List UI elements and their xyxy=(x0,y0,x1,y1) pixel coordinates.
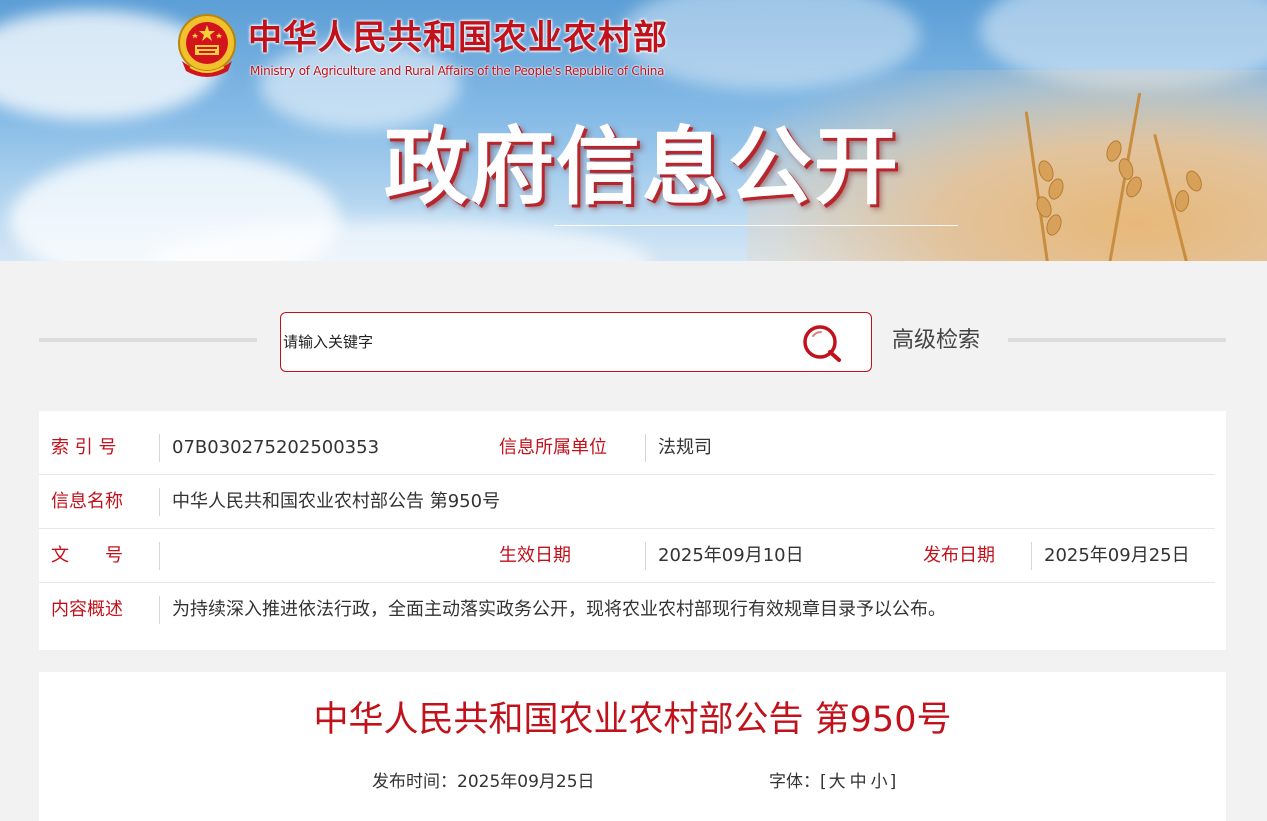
font-size-large[interactable]: 大 xyxy=(829,772,846,792)
info-name-label: 信息名称 xyxy=(51,491,123,512)
meta-row-name: 信息名称 中华人民共和国农业农村部公告 第950号 xyxy=(39,475,1215,529)
divider xyxy=(159,488,160,516)
search-icon[interactable] xyxy=(801,323,847,363)
divider xyxy=(1031,542,1032,570)
info-name-value: 中华人民共和国农业农村部公告 第950号 xyxy=(172,491,501,512)
title-underline xyxy=(554,225,958,226)
article-title: 中华人民共和国农业农村部公告 第950号 xyxy=(313,700,952,740)
index-number-value: 07B030275202500353 xyxy=(172,437,380,458)
font-size-medium[interactable]: 中 xyxy=(850,772,867,792)
advanced-search-link[interactable]: 高级检索 xyxy=(892,326,980,356)
publish-date-label: 发布日期 xyxy=(923,545,995,566)
search-bar xyxy=(280,312,872,372)
section-title: 政府信息公开 xyxy=(384,118,901,216)
unit-label: 信息所属单位 xyxy=(499,437,607,458)
font-size-small[interactable]: 小 xyxy=(871,772,888,792)
effective-date-value: 2025年09月10日 xyxy=(658,545,804,566)
header-banner: 中华人民共和国农业农村部 Ministry of Agriculture and… xyxy=(0,0,1267,261)
effective-date-label: 生效日期 xyxy=(499,545,571,566)
document-metadata-panel: 索 引 号 07B030275202500353 信息所属单位 法规司 信息名称… xyxy=(39,411,1226,650)
index-number-label: 索 引 号 xyxy=(51,437,117,458)
font-size-control: 字体：[大中小] xyxy=(769,770,896,794)
search-input[interactable] xyxy=(283,327,783,357)
meta-row-index: 索 引 号 07B030275202500353 信息所属单位 法规司 xyxy=(39,421,1215,475)
meta-row-dates: 文 号 生效日期 2025年09月10日 发布日期 2025年09月25日 xyxy=(39,529,1215,583)
divider xyxy=(159,542,160,570)
divider xyxy=(159,434,160,462)
doc-number-label: 文 号 xyxy=(51,545,123,566)
summary-label: 内容概述 xyxy=(51,599,123,620)
article-panel: 中华人民共和国农业农村部公告 第950号 发布时间：2025年09月25日 字体… xyxy=(39,672,1226,821)
search-divider-right xyxy=(1008,338,1226,342)
summary-value: 为持续深入推进依法行政，全面主动落实政务公开，现将农业农村部现行有效规章目录予以… xyxy=(172,599,946,620)
meta-row-summary: 内容概述 为持续深入推进依法行政，全面主动落实政务公开，现将农业农村部现行有效规… xyxy=(39,583,1215,637)
national-emblem-icon xyxy=(178,14,236,77)
font-size-label: 字体：[ xyxy=(769,772,827,792)
divider xyxy=(645,434,646,462)
ministry-name-en: Ministry of Agriculture and Rural Affair… xyxy=(250,64,665,78)
divider xyxy=(159,596,160,624)
ministry-name-cn: 中华人民共和国农业农村部 xyxy=(248,18,668,58)
divider xyxy=(645,542,646,570)
publish-date-value: 2025年09月25日 xyxy=(1044,545,1190,566)
article-publish-time: 发布时间：2025年09月25日 xyxy=(372,772,595,792)
unit-value: 法规司 xyxy=(658,437,712,458)
search-divider-left xyxy=(39,338,257,342)
font-size-close-bracket: ] xyxy=(889,772,897,792)
